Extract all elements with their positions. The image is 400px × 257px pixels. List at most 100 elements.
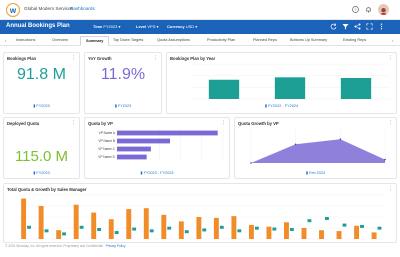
card-menu-icon[interactable]: ⋮ (221, 120, 226, 126)
tab-scroll-left-icon[interactable]: ‹ (5, 38, 6, 43)
footer: © 2023 Workday, Inc. All rights reserved… (5, 244, 125, 248)
quota-growth-by-vp-chart (250, 129, 386, 164)
tab-existing-reps[interactable]: Existing Reps (343, 38, 366, 42)
notifications-icon[interactable] (365, 6, 372, 13)
card-menu-icon[interactable]: ⋮ (71, 55, 76, 61)
data-point (250, 162, 252, 164)
tab-scroll-right-icon[interactable]: › (392, 38, 393, 43)
category-label: VP Name B (98, 139, 115, 143)
expand-icon[interactable] (366, 23, 373, 30)
growth-marker (289, 228, 294, 231)
filter-icon[interactable] (342, 23, 349, 30)
quota-by-vp-chart: VP Name A VP Name B VP Name C VP Name D (98, 129, 224, 161)
user-avatar[interactable] (378, 4, 389, 15)
growth-marker (272, 227, 277, 231)
tab-planned-reps[interactable]: Planned Reps (253, 38, 277, 42)
card-menu-icon[interactable]: ⋮ (153, 55, 158, 61)
svg-text:?: ? (354, 7, 357, 12)
bookings-plan-filter[interactable]: ▮ FY2023 (4, 103, 79, 108)
tab-summary[interactable]: Summary (80, 36, 110, 46)
total-quota-growth-card: Total Quota & Growth by Sales Manager ⋮ (3, 183, 397, 243)
quota-bar (196, 217, 202, 239)
quota-bar (284, 222, 289, 239)
footer-copyright: © 2023 Workday, Inc. All rights reserved… (5, 244, 104, 248)
card-menu-icon[interactable]: ⋮ (388, 120, 393, 126)
card-menu-icon[interactable]: ⋮ (388, 186, 393, 192)
tab-bottoms-up-summary[interactable]: Bottoms Up Summary (290, 38, 327, 42)
quota-growth-by-vp-filter-value: Feb 2023 (309, 171, 326, 175)
growth-marker (97, 228, 102, 231)
quota-by-vp-title: Quota by VP (88, 121, 113, 126)
quota-bar (126, 209, 132, 239)
bookings-plan-value: 91.8 M (17, 66, 66, 83)
time-filter-label: Time (93, 24, 103, 29)
bookings-by-year-card: Bookings Plan by Year ⋮ ▮ FY2022 - FY202… (166, 52, 397, 114)
quota-bar (266, 226, 272, 239)
quota-bar (301, 228, 307, 239)
help-icon[interactable]: ? (352, 6, 359, 13)
quota-bar (38, 206, 44, 239)
quota-growth-by-vp-filter[interactable]: ▮ Feb 2023 (235, 170, 396, 175)
bookings-plan-title: Bookings Plan (7, 56, 37, 61)
growth-marker (149, 229, 154, 233)
privacy-policy-link[interactable]: Privacy Policy (106, 244, 126, 248)
tab-productivity-plan[interactable]: Productivity Plan (207, 38, 235, 42)
growth-marker (114, 231, 119, 235)
bookings-by-year-filter-value: FY2022 - FY2024 (268, 104, 299, 108)
currency-filter[interactable]: Currency USD ▾ (167, 24, 197, 29)
growth-marker (79, 225, 84, 229)
dashboards-link[interactable]: Dashboards (70, 6, 95, 11)
workday-logo-icon[interactable]: w (6, 3, 20, 17)
growth-marker (44, 229, 49, 233)
level-filter[interactable]: Level VPS ▾ (136, 24, 159, 29)
deployed-quota-filter[interactable]: ▮ FY2023 (4, 170, 79, 175)
yoy-growth-filter-value: FY2023 (117, 104, 132, 108)
data-point (339, 138, 342, 140)
growth-marker (237, 229, 242, 233)
quota-bar (108, 219, 114, 239)
quota-growth-by-vp-title: Quota Growth by VP (238, 121, 279, 126)
time-filter-value: FY2023 (103, 24, 118, 29)
quota-bar (91, 212, 97, 239)
quota-bar (336, 231, 342, 239)
yoy-growth-filter[interactable]: ▮ FY2023 (85, 103, 161, 108)
tab-overview[interactable]: Overview (52, 38, 68, 42)
svg-text:w: w (9, 6, 17, 15)
share-icon[interactable] (354, 23, 361, 30)
tab-quota-assumptions[interactable]: Quota Assumptions (157, 38, 190, 42)
growth-marker (27, 225, 31, 229)
growth-marker (342, 223, 347, 227)
currency-filter-value: USD (185, 24, 195, 29)
category-label: VP Name D (98, 155, 115, 159)
bar (117, 154, 147, 160)
bookings-by-year-filter[interactable]: ▮ FY2022 - FY2024 (167, 103, 396, 108)
quota-bar (213, 217, 219, 239)
yoy-growth-value: 11.9% (100, 66, 146, 83)
quota-bar (73, 204, 79, 239)
growth-marker (202, 228, 207, 232)
growth-marker (307, 219, 312, 223)
tab-instructions[interactable]: Instructions (16, 38, 35, 42)
more-options-icon[interactable] (378, 23, 385, 30)
yoy-growth-card: YoY Growth ⋮ 11.9% ▮ FY2023 (84, 52, 162, 114)
refresh-icon[interactable] (330, 23, 337, 30)
quota-by-vp-filter[interactable]: ▮ FY2023 - FY2023 (85, 170, 229, 175)
yoy-growth-title: YoY Growth (88, 56, 112, 61)
quota-growth-by-vp-card: Quota Growth by VP ⋮ ▮ Feb 2023 (234, 117, 397, 179)
tab-top-down-targets[interactable]: Top Down Targets (113, 38, 143, 42)
quota-bar (319, 230, 324, 239)
top-bar: w Global Modern Services Dashboards ? (0, 0, 400, 20)
tab-bar: ‹ Instructions Overview Summary Top Down… (0, 36, 400, 46)
data-point (294, 143, 297, 146)
growth-marker (62, 232, 67, 236)
app-header-bar: Annual Bookings Plan Time FY2023 ▾ Level… (0, 20, 400, 34)
area-series (251, 139, 385, 163)
quota-bar (178, 221, 184, 239)
category-label: VP Name C (98, 147, 115, 151)
quota-bar (231, 216, 237, 239)
time-filter[interactable]: Time FY2023 ▾ (93, 24, 121, 29)
quota-bar (161, 214, 167, 239)
total-quota-growth-title: Total Quota & Growth by Sales Manager (7, 187, 87, 192)
growth-marker (377, 226, 382, 230)
card-menu-icon[interactable]: ⋮ (71, 120, 76, 126)
